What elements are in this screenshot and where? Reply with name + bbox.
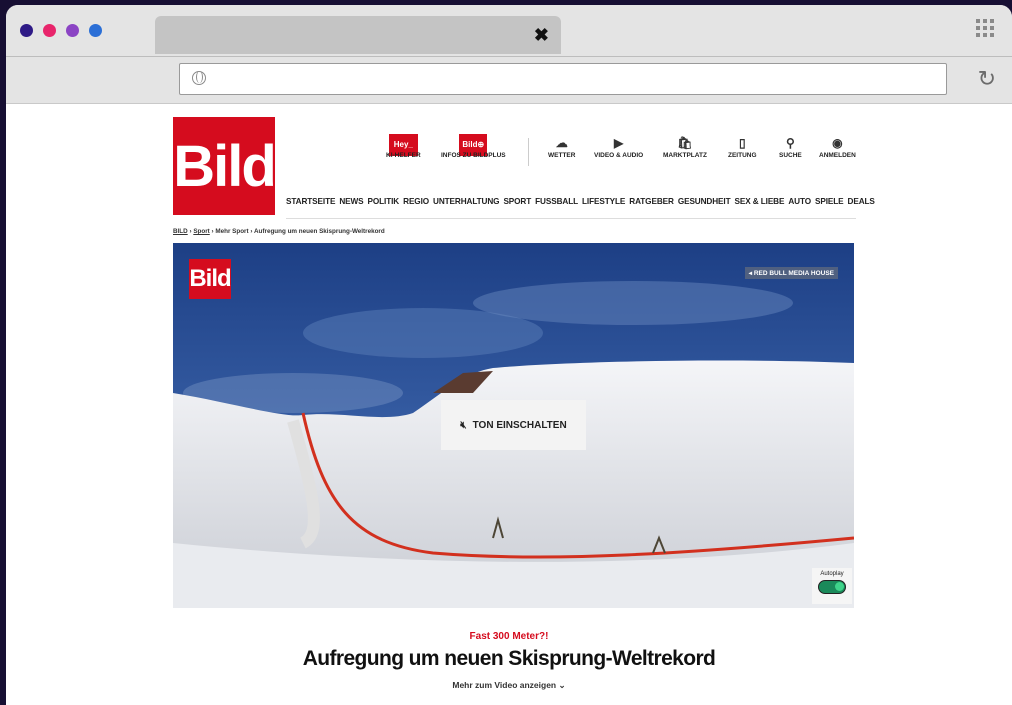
breadcrumb: BILD › Sport › Mehr Sport › Aufregung um… [173, 228, 385, 235]
video-icon: ▶ [614, 136, 624, 150]
breadcrumb-sport[interactable]: Sport [193, 228, 209, 235]
breadcrumb-separator: › [250, 228, 253, 235]
nav-item-regio[interactable]: REGIO [403, 197, 429, 206]
nav-item-lifestyle[interactable]: LIFESTYLE [582, 197, 625, 206]
header-divider [528, 138, 529, 166]
breadcrumb-current: Aufregung um neuen Skisprung-Weltrekord [254, 228, 385, 235]
nav-item-gesundheit[interactable]: GESUNDHEIT [678, 197, 731, 206]
bildplus-info-label: INFOS ZU BILDPLUS [441, 152, 506, 159]
nav-item-unterhaltung[interactable]: UNTERHALTUNG [433, 197, 500, 206]
bildplus-info-button[interactable]: Bild⊕ INFOS ZU BILDPLUS [441, 134, 506, 159]
nav-item-sex-liebe[interactable]: SEX & LIEBE [735, 197, 785, 206]
reload-icon[interactable]: ↻ [978, 66, 996, 92]
anmelden-label: ANMELDEN [819, 152, 856, 159]
main-nav: STARTSEITE NEWS POLITIK REGIO UNTERHALTU… [286, 197, 875, 206]
wetter-button[interactable]: ☁ WETTER [548, 134, 575, 159]
window-dot-1[interactable] [20, 24, 33, 37]
article-kicker: Fast 300 Meter?! [469, 631, 549, 642]
video-audio-label: VIDEO & AUDIO [594, 152, 644, 159]
newspaper-icon: ▯ [738, 136, 746, 150]
weather-icon: ☁ [555, 136, 568, 150]
nav-item-auto[interactable]: AUTO [788, 197, 811, 206]
autoplay-control[interactable]: Autoplay [812, 568, 852, 604]
breadcrumb-bild[interactable]: BILD [173, 228, 188, 235]
article-headline[interactable]: Aufregung um neuen Skisprung-Weltrekord [6, 647, 1012, 671]
header-icons: Hey_ KI-HELFER Bild⊕ INFOS ZU BILDPLUS ☁… [386, 134, 856, 174]
ki-helfer-label: KI-HELFER [386, 152, 421, 159]
address-bar-row: ↻ [6, 57, 1012, 104]
browser-window: ✖ ↻ Bild Hey_ KI-HELFER Bild⊕ INFOS ZU B… [6, 5, 1012, 705]
breadcrumb-separator: › [189, 228, 192, 235]
window-dot-2[interactable] [43, 24, 56, 37]
nav-item-ratgeber[interactable]: RATGEBER [629, 197, 674, 206]
autoplay-label: Autoplay [820, 571, 844, 577]
globe-icon [192, 71, 206, 85]
video-bild-logo: Bild [189, 259, 232, 299]
nav-item-politik[interactable]: POLITIK [368, 197, 400, 206]
nav-item-deals[interactable]: DEALS [848, 197, 875, 206]
browser-tab[interactable]: ✖ [155, 16, 561, 54]
ki-helfer-button[interactable]: Hey_ KI-HELFER [386, 134, 421, 159]
close-icon[interactable]: ✖ [534, 25, 549, 46]
marktplatz-button[interactable]: 🛍 MARKTPLATZ [663, 134, 707, 159]
nav-item-news[interactable]: NEWS [339, 197, 363, 206]
zeitung-button[interactable]: ▯ ZEITUNG [728, 134, 757, 159]
user-icon: ◉ [832, 136, 843, 150]
suche-label: SUCHE [779, 152, 802, 159]
zeitung-label: ZEITUNG [728, 152, 757, 159]
suche-button[interactable]: ⚲ SUCHE [779, 134, 802, 159]
nav-divider [286, 218, 856, 219]
bild-logo[interactable]: Bild [173, 117, 277, 215]
nav-item-startseite[interactable]: STARTSEITE [286, 197, 335, 206]
window-dot-4[interactable] [89, 24, 102, 37]
wetter-label: WETTER [548, 152, 576, 159]
window-dot-3[interactable] [66, 24, 79, 37]
shopping-bag-icon: 🛍 [677, 136, 693, 150]
marktplatz-label: MARKTPLATZ [663, 152, 707, 159]
video-audio-button[interactable]: ▶ VIDEO & AUDIO [594, 134, 643, 159]
search-icon: ⚲ [785, 136, 795, 150]
unmute-label: TON EINSCHALTEN [472, 419, 567, 431]
nav-item-spiele[interactable]: SPIELE [815, 197, 844, 206]
video-credit: ◂ RED BULL MEDIA HOUSE [744, 267, 838, 279]
muted-speaker-icon: 🔇︎ [460, 419, 467, 431]
browser-titlebar: ✖ [6, 5, 1012, 57]
address-input[interactable] [179, 63, 947, 95]
video-player[interactable]: Bild ◂ RED BULL MEDIA HOUSE 🔇︎ TON EINSC… [173, 243, 854, 608]
apps-grid-icon[interactable] [976, 19, 994, 37]
unmute-button[interactable]: 🔇︎ TON EINSCHALTEN [441, 400, 586, 450]
autoplay-toggle[interactable] [818, 580, 846, 594]
anmelden-button[interactable]: ◉ ANMELDEN [819, 134, 856, 159]
show-more-link[interactable]: Mehr zum Video anzeigen ⌄ [6, 680, 1012, 691]
web-page: Bild Hey_ KI-HELFER Bild⊕ INFOS ZU BILDP… [6, 104, 1012, 704]
breadcrumb-mehr-sport[interactable]: Mehr Sport [215, 228, 248, 235]
breadcrumb-separator: › [211, 228, 214, 235]
nav-item-fussball[interactable]: FUSSBALL [535, 197, 578, 206]
nav-item-sport[interactable]: SPORT [503, 197, 531, 206]
